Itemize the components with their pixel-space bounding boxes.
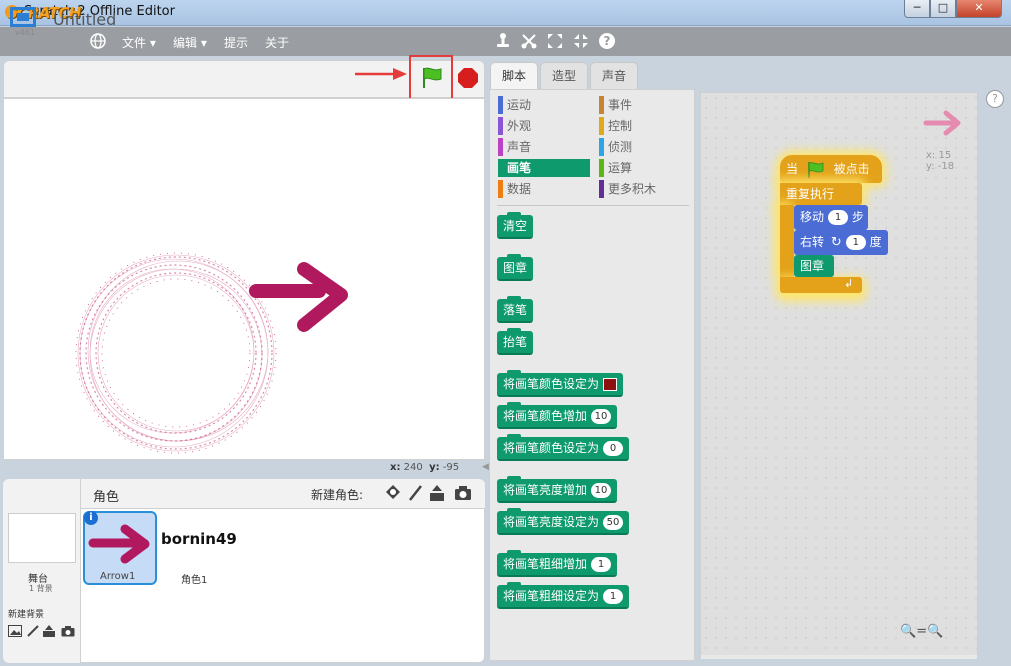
category-data[interactable]: 数据 bbox=[498, 180, 586, 198]
stop-button[interactable] bbox=[458, 68, 478, 88]
loop-arrow-icon: ↲ bbox=[844, 277, 854, 290]
number-input[interactable]: 10 bbox=[591, 483, 612, 498]
move-steps-block[interactable]: 移动 1 步 bbox=[794, 205, 868, 230]
zoom-reset-icon[interactable]: = bbox=[916, 624, 927, 639]
stage-canvas[interactable] bbox=[3, 98, 485, 460]
project-title[interactable]: Untitled bbox=[53, 10, 116, 29]
menu-file[interactable]: 文件 ▾ bbox=[122, 34, 156, 51]
number-input[interactable]: 1 bbox=[591, 557, 612, 572]
help-block-icon[interactable]: ? bbox=[598, 32, 616, 50]
arrow-thumbnail-icon bbox=[88, 524, 150, 564]
category-events[interactable]: 事件 bbox=[599, 96, 687, 114]
green-flag-icon[interactable] bbox=[420, 66, 444, 93]
block-stamp[interactable]: 图章 bbox=[497, 254, 534, 281]
zoom-out-icon[interactable]: 🔍 bbox=[900, 624, 916, 639]
when-flag-clicked-block[interactable]: 当 被点击 bbox=[780, 155, 882, 183]
sprite-position: x: 15 y: -18 bbox=[926, 150, 955, 172]
paint-sprite-icon[interactable] bbox=[406, 484, 424, 502]
tab-costumes[interactable]: 造型 bbox=[540, 62, 588, 89]
menu-edit[interactable]: 编辑 ▾ bbox=[173, 34, 207, 51]
menu-about[interactable]: 关于 bbox=[265, 34, 289, 51]
backdrop-library-icon[interactable] bbox=[8, 625, 22, 637]
version-label: v461 bbox=[15, 28, 36, 37]
duplicate-stamp-icon[interactable] bbox=[494, 32, 512, 50]
block-clear[interactable]: 清空 bbox=[497, 212, 534, 239]
block-set-pen-color-value[interactable]: 将画笔颜色设定为 0 bbox=[497, 434, 630, 461]
close-button[interactable]: ✕ bbox=[956, 0, 1002, 18]
backdrop-count: 1 背景 bbox=[29, 584, 53, 593]
block-set-pen-color-swatch[interactable]: 将画笔颜色设定为 bbox=[497, 370, 624, 397]
camera-backdrop-icon[interactable] bbox=[61, 625, 75, 637]
number-input[interactable]: 1 bbox=[845, 235, 866, 250]
svg-text:?: ? bbox=[604, 34, 611, 48]
category-motion[interactable]: 运动 bbox=[498, 96, 586, 114]
upload-backdrop-icon[interactable] bbox=[42, 625, 56, 637]
new-sprite-label: 新建角色: bbox=[311, 488, 364, 502]
sprite-library-icon[interactable] bbox=[384, 484, 402, 502]
category-operators[interactable]: 运算 bbox=[599, 159, 687, 177]
block-pen-up[interactable]: 抬笔 bbox=[497, 328, 534, 355]
forever-label: 重复执行 bbox=[786, 187, 835, 201]
block-change-pen-shade[interactable]: 将画笔亮度增加 10 bbox=[497, 476, 618, 503]
new-backdrop-label: 新建背景 bbox=[8, 610, 45, 620]
number-input[interactable]: 1 bbox=[828, 210, 849, 225]
zoom-in-icon[interactable]: 🔍 bbox=[927, 624, 943, 639]
palette-divider bbox=[497, 205, 689, 206]
block-change-pen-color[interactable]: 将画笔颜色增加 10 bbox=[497, 402, 618, 429]
category-control[interactable]: 控制 bbox=[599, 117, 687, 135]
paint-backdrop-icon[interactable] bbox=[26, 625, 40, 637]
help-icon[interactable]: ? bbox=[986, 90, 1004, 108]
grow-icon[interactable] bbox=[546, 32, 564, 50]
category-sound[interactable]: 声音 bbox=[498, 138, 586, 156]
turn-right-block[interactable]: 右转 ↻ 1 度 bbox=[794, 230, 888, 255]
category-pen[interactable]: 画笔 bbox=[498, 159, 590, 177]
green-flag-icon bbox=[808, 161, 824, 178]
rotate-clockwise-icon: ↻ bbox=[830, 235, 842, 250]
pen-trail-drawing bbox=[75, 252, 348, 454]
shrink-icon[interactable] bbox=[572, 32, 590, 50]
upload-sprite-icon[interactable] bbox=[428, 484, 446, 502]
category-looks[interactable]: 外观 bbox=[498, 117, 586, 135]
color-swatch[interactable] bbox=[603, 378, 618, 391]
category-sensing[interactable]: 侦测 bbox=[599, 138, 687, 156]
minimize-button[interactable]: ─ bbox=[904, 0, 930, 18]
current-sprite-icon bbox=[922, 108, 964, 141]
sprite-name: Arrow1 bbox=[100, 571, 136, 582]
category-more-blocks[interactable]: 更多积木 bbox=[599, 180, 687, 198]
sprite-thumbnail-text: bornin49 bbox=[161, 530, 237, 548]
camera-sprite-icon[interactable] bbox=[454, 484, 472, 502]
number-input[interactable]: 0 bbox=[603, 441, 624, 456]
tab-sounds[interactable]: 声音 bbox=[590, 62, 638, 89]
block-set-pen-shade[interactable]: 将画笔亮度设定为 50 bbox=[497, 508, 630, 535]
title-bar: Scratch 2 Offline Editor bbox=[0, 0, 1011, 26]
annotation-arrow-icon bbox=[355, 68, 407, 83]
sprite-info-icon[interactable]: i bbox=[84, 511, 98, 525]
number-input[interactable]: 10 bbox=[591, 409, 612, 424]
forever-block-arm bbox=[780, 205, 794, 277]
arrow-sprite[interactable] bbox=[249, 262, 348, 332]
number-input[interactable]: 50 bbox=[603, 515, 624, 530]
maximize-button[interactable]: □ bbox=[930, 0, 956, 18]
sprites-header bbox=[81, 479, 485, 509]
horizontal-scrollbar[interactable] bbox=[701, 655, 977, 659]
block-change-pen-size[interactable]: 将画笔粗细增加 1 bbox=[497, 550, 618, 577]
number-input[interactable]: 1 bbox=[603, 589, 624, 604]
tab-scripts[interactable]: 脚本 bbox=[490, 62, 538, 89]
stage-thumbnail[interactable] bbox=[8, 513, 76, 563]
block-set-pen-size[interactable]: 将画笔粗细设定为 1 bbox=[497, 582, 630, 609]
block-pen-down[interactable]: 落笔 bbox=[497, 296, 534, 323]
menu-tips[interactable]: 提示 bbox=[224, 34, 248, 51]
sprite-name: 角色1 bbox=[181, 575, 208, 586]
stamp-block[interactable]: 图章 bbox=[794, 255, 834, 277]
language-globe-icon[interactable] bbox=[89, 32, 107, 50]
mouse-coordinates: x: 240 y: -95 bbox=[390, 462, 460, 473]
presentation-mode-icon[interactable] bbox=[10, 7, 36, 27]
zoom-controls: 🔍=🔍 bbox=[900, 624, 943, 639]
delete-scissors-icon[interactable] bbox=[520, 32, 538, 50]
sprites-label: 角色 bbox=[93, 490, 120, 505]
